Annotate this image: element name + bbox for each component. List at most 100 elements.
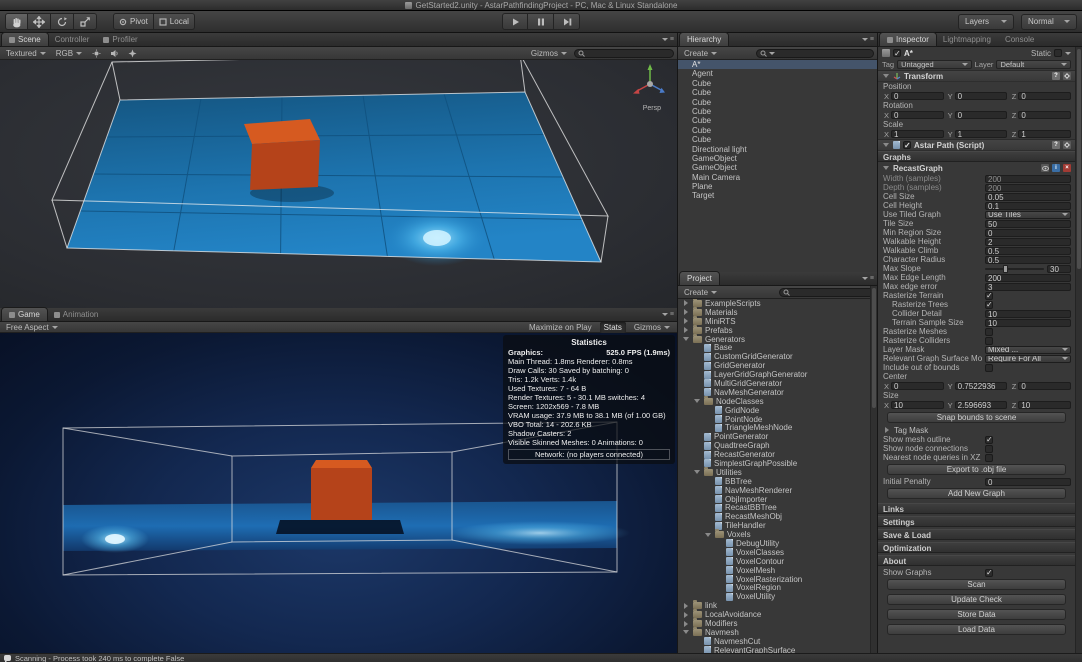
section-bar-about[interactable]: About — [878, 555, 1075, 566]
project-folder-generators[interactable]: Generators — [678, 335, 870, 344]
active-checkbox[interactable] — [893, 49, 901, 57]
tab-animation[interactable]: Animation — [47, 308, 106, 321]
project-scrollbar[interactable] — [870, 286, 877, 653]
scale-x-field[interactable]: 1 — [891, 130, 944, 138]
project-file-pointgenerator[interactable]: PointGenerator — [678, 432, 870, 441]
scene-search-input[interactable] — [574, 49, 674, 58]
shading-mode-dropdown[interactable]: Textured — [3, 48, 49, 59]
project-file-trianglemeshnode[interactable]: TriangleMeshNode — [678, 423, 870, 432]
audio-toggle-button[interactable] — [107, 48, 121, 59]
project-file-gridnode[interactable]: GridNode — [678, 406, 870, 415]
project-file-customgridgenerator[interactable]: CustomGridGenerator — [678, 352, 870, 361]
foldout-arrow-icon[interactable] — [682, 326, 690, 334]
inspector-scrollbar[interactable] — [1075, 47, 1082, 653]
static-checkbox[interactable] — [1054, 49, 1062, 57]
foldout-arrow-icon[interactable] — [693, 468, 701, 476]
project-file-recastgenerator[interactable]: RecastGenerator — [678, 450, 870, 459]
recast-graph-header[interactable]: RecastGraph i × — [878, 162, 1075, 174]
show-graphs-checkbox[interactable] — [985, 569, 993, 577]
checkbox-show-mesh-outline[interactable] — [985, 436, 993, 444]
scale-tool-button[interactable] — [74, 13, 97, 30]
foldout-arrow-icon[interactable] — [693, 397, 701, 405]
button-scan[interactable]: Scan — [887, 579, 1066, 590]
rotate-tool-button[interactable] — [51, 13, 74, 30]
delete-graph-icon[interactable]: × — [1063, 164, 1071, 172]
panel-menu-icon[interactable]: ≡ — [862, 36, 874, 43]
center-x-field[interactable]: 0 — [891, 382, 944, 390]
field-tile-size[interactable]: 50 — [985, 220, 1071, 228]
foldout-arrow-icon[interactable] — [883, 426, 891, 434]
hierarchy-item-cube[interactable]: Cube — [678, 79, 877, 88]
hierarchy-item-a[interactable]: A* — [678, 60, 877, 69]
position-x-field[interactable]: 0 — [891, 92, 944, 100]
graphs-section-bar[interactable]: Graphs — [878, 151, 1075, 162]
help-icon[interactable]: ? — [1052, 141, 1060, 149]
field-min-region-size[interactable]: 0 — [985, 229, 1071, 237]
tab-controller[interactable]: Controller — [48, 33, 97, 46]
hierarchy-item-cube[interactable]: Cube — [678, 135, 877, 144]
checkbox-rasterize-trees[interactable] — [985, 301, 993, 309]
foldout-arrow-icon[interactable] — [704, 531, 712, 539]
tab-scene[interactable]: Scene — [2, 33, 48, 46]
effects-toggle-button[interactable] — [125, 48, 139, 59]
hierarchy-item-cube[interactable]: Cube — [678, 126, 877, 135]
hierarchy-item-cube[interactable]: Cube — [678, 107, 877, 116]
project-folder-utilities[interactable]: Utilities — [678, 468, 870, 477]
hierarchy-item-gameobject[interactable]: GameObject — [678, 163, 877, 172]
tab-game[interactable]: Game — [2, 308, 47, 321]
hierarchy-item-main-camera[interactable]: Main Camera — [678, 173, 877, 182]
hand-tool-button[interactable] — [5, 13, 28, 30]
button-export-to-obj-file[interactable]: Export to .obj file — [887, 464, 1066, 475]
persp-label[interactable]: Persp — [643, 105, 661, 112]
aspect-dropdown[interactable]: Free Aspect — [3, 322, 61, 333]
size-z-field[interactable]: 10 — [1018, 401, 1071, 409]
dropdown-use-tiled-graph[interactable]: Use Tiles — [985, 211, 1071, 219]
center-z-field[interactable]: 0 — [1018, 382, 1071, 390]
project-folder-voxels[interactable]: Voxels — [678, 530, 870, 539]
foldout-arrow-icon[interactable] — [682, 335, 690, 343]
checkbox-rasterize-meshes[interactable] — [985, 328, 993, 336]
section-bar-save-load[interactable]: Save & Load — [878, 529, 1075, 540]
rotation-y-field[interactable]: 0 — [955, 111, 1008, 119]
project-file-voxelrasterization[interactable]: VoxelRasterization — [678, 575, 870, 584]
position-z-field[interactable]: 0 — [1018, 92, 1071, 100]
foldout-arrow-icon[interactable] — [682, 611, 690, 619]
button-load-data[interactable]: Load Data — [887, 624, 1066, 635]
size-x-field[interactable]: 10 — [891, 401, 944, 409]
hierarchy-item-gameobject[interactable]: GameObject — [678, 154, 877, 163]
project-file-relevantgraphsurface[interactable]: RelevantGraphSurface — [678, 646, 870, 653]
tab-hierarchy[interactable]: Hierarchy — [680, 33, 728, 46]
hierarchy-item-cube[interactable]: Cube — [678, 98, 877, 107]
checkbox-include-out-of-bounds[interactable] — [985, 364, 993, 372]
static-dropdown[interactable]: Static — [1031, 49, 1071, 58]
hierarchy-search-input[interactable] — [756, 49, 874, 58]
scene-viewport[interactable]: Persp — [0, 60, 677, 308]
layers-dropdown[interactable]: Layers — [958, 14, 1014, 30]
hierarchy-item-plane[interactable]: Plane — [678, 182, 877, 191]
project-file-voxelclasses[interactable]: VoxelClasses — [678, 548, 870, 557]
project-create-dropdown[interactable]: Create — [681, 287, 720, 298]
project-folder-modifiers[interactable]: Modifiers — [678, 619, 870, 628]
field-walkable-height[interactable]: 2 — [985, 238, 1071, 246]
hierarchy-item-directional-light[interactable]: Directional light — [678, 145, 877, 154]
checkbox-rasterize-colliders[interactable] — [985, 337, 993, 345]
checkbox-nearest-node-queries-in-xz-sp[interactable] — [985, 454, 993, 462]
help-icon[interactable]: ? — [1052, 72, 1060, 80]
layer-dropdown[interactable]: Default — [996, 60, 1071, 69]
tag-dropdown[interactable]: Untagged — [897, 60, 972, 69]
project-file-voxelcontour[interactable]: VoxelContour — [678, 557, 870, 566]
astar-component-header[interactable]: Astar Path (Script) ? — [878, 139, 1075, 151]
project-folder-nodeclasses[interactable]: NodeClasses — [678, 397, 870, 406]
field-character-radius[interactable]: 0.5 — [985, 256, 1071, 264]
foldout-tag-mask[interactable]: Tag Mask — [878, 425, 1075, 435]
layout-dropdown[interactable]: Normal — [1021, 14, 1077, 30]
project-file-debugutility[interactable]: DebugUtility — [678, 539, 870, 548]
field-collider-detail[interactable]: 10 — [985, 310, 1071, 318]
tab-project[interactable]: Project — [680, 272, 719, 285]
game-gizmos-dropdown[interactable]: Gizmos — [630, 322, 674, 333]
maximize-on-play-button[interactable]: Maximize on Play — [525, 322, 596, 333]
render-channel-dropdown[interactable]: RGB — [53, 48, 85, 59]
tab-console[interactable]: Console — [998, 33, 1041, 46]
button-snap-bounds-to-scene[interactable]: Snap bounds to scene — [887, 412, 1066, 423]
panel-menu-icon[interactable]: ≡ — [662, 36, 674, 43]
